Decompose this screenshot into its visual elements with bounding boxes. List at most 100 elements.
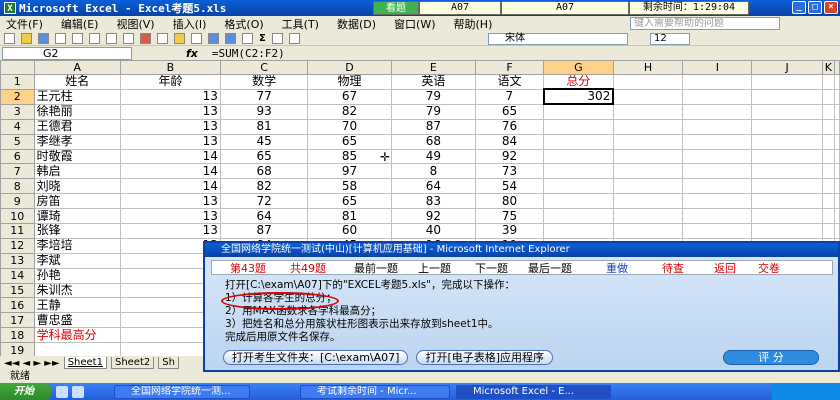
cell[interactable] <box>682 208 753 225</box>
format-painter-icon[interactable] <box>191 33 202 44</box>
cell[interactable]: 李培培 <box>33 237 121 254</box>
cell[interactable] <box>543 163 614 180</box>
cell[interactable] <box>682 193 753 210</box>
cell[interactable]: 82 <box>307 103 392 120</box>
cell[interactable] <box>612 133 684 150</box>
cell[interactable] <box>682 74 753 90</box>
cell[interactable] <box>543 223 614 239</box>
help-search-input[interactable]: 键入需要帮助的问题 <box>630 17 780 30</box>
cell[interactable]: 时敬霞 <box>33 148 121 165</box>
menu-edit[interactable]: 编辑(E) <box>61 16 99 32</box>
cell[interactable] <box>543 208 614 225</box>
menu-tools[interactable]: 工具(T) <box>282 16 319 32</box>
cell[interactable]: 67 <box>307 88 392 105</box>
cell[interactable]: 81 <box>307 208 392 225</box>
cell[interactable]: 92 <box>475 148 544 165</box>
formula-input[interactable]: =SUM(C2:F2) <box>212 47 285 60</box>
cell[interactable]: 87 <box>219 223 309 239</box>
function-icon[interactable]: fx <box>186 47 198 60</box>
row-header[interactable]: 10 <box>0 208 35 225</box>
cell[interactable]: 数学 <box>219 74 309 90</box>
column-header[interactable]: J <box>751 60 823 75</box>
cell[interactable]: 王德君 <box>33 118 121 135</box>
score-button[interactable]: 评 分 <box>723 350 819 365</box>
column-header[interactable]: I <box>682 60 753 75</box>
row-header[interactable]: 16 <box>0 297 35 314</box>
cell[interactable] <box>682 148 753 165</box>
cell[interactable]: 谭琦 <box>33 208 121 225</box>
cell[interactable]: 39 <box>475 223 544 239</box>
menu-file[interactable]: 文件(F) <box>6 16 43 32</box>
cell[interactable]: 13 <box>119 133 221 150</box>
cell[interactable]: 7 <box>475 88 544 105</box>
cell[interactable]: 45 <box>219 133 309 150</box>
cell[interactable]: 54 <box>475 178 544 195</box>
cell[interactable]: 65 <box>475 103 544 120</box>
tab-sheet2[interactable]: Sheet2 <box>110 357 155 369</box>
cell[interactable]: 40 <box>390 223 477 239</box>
start-button[interactable]: 开始 <box>0 383 52 400</box>
submit-button[interactable]: 交卷 <box>758 260 780 276</box>
spelling-icon[interactable] <box>106 33 117 44</box>
cell[interactable] <box>682 118 753 135</box>
cell[interactable]: 13 <box>119 88 221 105</box>
cell[interactable]: 曹忠盛 <box>33 312 121 329</box>
cell[interactable]: 英语 <box>390 74 477 90</box>
tab-sheet3[interactable]: Sh <box>158 357 179 369</box>
last-question-button[interactable]: 最后一题 <box>528 260 572 276</box>
row-header[interactable]: 18 <box>0 327 35 344</box>
open-spreadsheet-app-button[interactable]: 打开[电子表格]应用程序 <box>416 350 554 365</box>
column-header[interactable]: D <box>307 60 392 75</box>
task-timer[interactable]: 考试剩余时间 - Micr... <box>300 384 450 399</box>
cell[interactable] <box>821 163 836 180</box>
sheet-nav-arrows[interactable]: ◄◄ ◄ ► ►► <box>4 358 60 369</box>
save-icon[interactable] <box>38 33 49 44</box>
print-preview-icon[interactable] <box>89 33 100 44</box>
cell[interactable] <box>612 103 684 120</box>
font-size-select[interactable]: 12 <box>650 33 690 45</box>
cell[interactable] <box>821 208 836 225</box>
cell[interactable] <box>751 103 823 120</box>
redo-icon[interactable] <box>225 33 236 44</box>
cell[interactable] <box>821 74 836 90</box>
cell[interactable] <box>682 88 753 105</box>
cell[interactable]: 65 <box>219 148 309 165</box>
cell[interactable]: 87 <box>390 118 477 135</box>
sort-icon[interactable] <box>271 33 283 44</box>
menu-insert[interactable]: 插入(I) <box>173 16 207 32</box>
cell[interactable] <box>543 193 614 210</box>
cell[interactable] <box>751 178 823 195</box>
cell[interactable] <box>751 133 823 150</box>
cell[interactable]: 64 <box>219 208 309 225</box>
cell[interactable]: 302 <box>542 88 615 106</box>
row-header[interactable]: 6 <box>0 148 35 165</box>
cell[interactable] <box>821 148 836 165</box>
cell[interactable]: 13 <box>119 103 221 120</box>
cell[interactable] <box>751 148 823 165</box>
cell[interactable]: 王元柱 <box>33 88 121 105</box>
row-header[interactable]: 11 <box>0 223 35 239</box>
cell[interactable]: 97 <box>307 163 392 180</box>
cell[interactable]: 韩启 <box>33 163 121 180</box>
minimize-button[interactable]: _ <box>792 1 806 14</box>
cell[interactable]: 学科最高分 <box>33 327 121 344</box>
new-icon[interactable] <box>4 33 15 44</box>
cell[interactable]: 徐艳丽 <box>33 103 121 120</box>
cell[interactable]: 58 <box>307 178 392 195</box>
view-question-button[interactable]: 看题 <box>373 1 419 15</box>
cell[interactable] <box>612 178 684 195</box>
cell[interactable]: 14 <box>119 178 221 195</box>
row-header[interactable]: 15 <box>0 282 35 299</box>
research-icon[interactable] <box>123 33 134 44</box>
cell[interactable] <box>543 133 614 150</box>
cell[interactable] <box>821 88 836 105</box>
cell[interactable]: 14 <box>119 148 221 165</box>
task-excel[interactable]: Microsoft Excel - E... <box>456 384 611 399</box>
tab-sheet1[interactable]: Sheet1 <box>63 357 107 369</box>
cell[interactable]: 李斌 <box>33 252 121 269</box>
cell[interactable]: 70 <box>307 118 392 135</box>
menu-view[interactable]: 视图(V) <box>116 16 154 32</box>
cell[interactable]: 13 <box>119 223 221 239</box>
cell[interactable]: 72 <box>219 193 309 210</box>
cell[interactable] <box>543 118 614 135</box>
